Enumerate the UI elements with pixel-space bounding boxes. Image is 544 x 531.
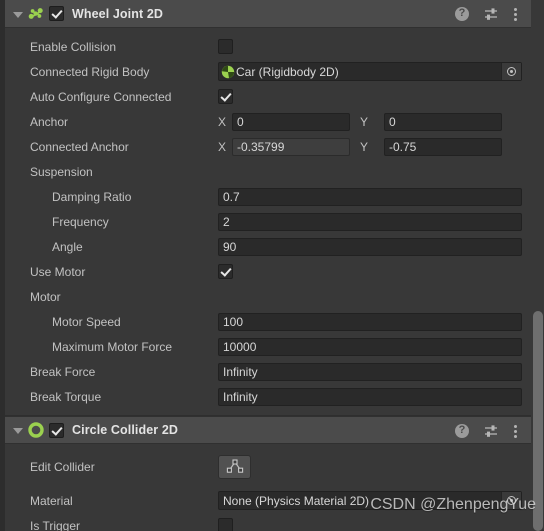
- row-anchor: Anchor X 0 Y 0: [0, 109, 544, 134]
- input-motor-speed[interactable]: 100: [218, 312, 522, 331]
- row-frequency: Frequency 2: [0, 209, 544, 234]
- panel-left-edge: [0, 0, 5, 531]
- row-motor-foldout[interactable]: Motor: [0, 284, 544, 309]
- circle-collider-2d-icon: [27, 421, 45, 439]
- input-break-torque[interactable]: Infinity: [218, 387, 522, 406]
- row-connected-rigid-body: Connected Rigid Body Car (Rigidbody 2D): [0, 59, 544, 84]
- foldout-arrow-circle-collider-2d[interactable]: [11, 423, 25, 437]
- component-header-icons-wheel-joint-2d: [455, 0, 518, 28]
- row-enable-collision: Enable Collision: [0, 34, 544, 59]
- watermark-text: CSDN @ZhenpengYue: [370, 496, 536, 513]
- inspector-scrollbar[interactable]: [531, 0, 544, 531]
- object-picker-icon-connected-rigid-body[interactable]: [501, 63, 521, 80]
- row-break-torque: Break Torque Infinity: [0, 384, 544, 409]
- edit-collider-button[interactable]: [218, 455, 251, 479]
- label-damping-ratio: Damping Ratio: [52, 189, 132, 204]
- row-is-trigger: Is Trigger: [0, 513, 544, 531]
- label-is-trigger: Is Trigger: [30, 518, 81, 531]
- label-suspension: Suspension: [30, 164, 93, 179]
- component-enabled-checkbox-wheel-joint-2d[interactable]: [49, 6, 64, 21]
- kebab-menu-icon[interactable]: [514, 6, 518, 22]
- row-break-force: Break Force Infinity: [0, 359, 544, 384]
- component-wheel-joint-2d: Wheel Joint 2D ? Enable Collision Connec…: [0, 0, 544, 415]
- preset-icon[interactable]: [484, 424, 499, 438]
- wheel-joint-2d-icon: [27, 5, 45, 23]
- component-body-circle-collider-2d: Edit Collider Material None (Physics Mat…: [0, 444, 544, 531]
- label-auto-configure-connected: Auto Configure Connected: [30, 89, 172, 104]
- component-title-wheel-joint-2d: Wheel Joint 2D: [72, 6, 163, 21]
- component-enabled-checkbox-circle-collider-2d[interactable]: [49, 422, 64, 438]
- component-header-icons-circle-collider-2d: [455, 417, 518, 445]
- label-enable-collision: Enable Collision: [30, 39, 117, 54]
- label-edit-collider: Edit Collider: [30, 460, 95, 474]
- row-damping-ratio: Damping Ratio 0.7: [0, 184, 544, 209]
- label-motor-speed: Motor Speed: [52, 314, 121, 329]
- input-connected-anchor-x[interactable]: -0.35799: [232, 137, 350, 156]
- axis-label-connected-anchor-x: X: [218, 139, 227, 154]
- row-use-motor: Use Motor: [0, 259, 544, 284]
- row-edit-collider: Edit Collider: [0, 450, 544, 484]
- checkbox-use-motor[interactable]: [218, 264, 233, 279]
- label-angle: Angle: [52, 239, 83, 254]
- input-anchor-x[interactable]: 0: [232, 112, 350, 131]
- checkbox-auto-configure-connected[interactable]: [218, 89, 233, 104]
- label-connected-rigid-body: Connected Rigid Body: [30, 64, 150, 79]
- label-connected-anchor: Connected Anchor: [30, 139, 129, 154]
- checkbox-is-trigger[interactable]: [218, 518, 233, 531]
- component-title-circle-collider-2d: Circle Collider 2D: [72, 423, 178, 437]
- input-angle[interactable]: 90: [218, 237, 522, 256]
- rigidbody-2d-icon: [221, 65, 235, 79]
- object-field-connected-rigid-body[interactable]: Car (Rigidbody 2D): [218, 62, 522, 81]
- label-break-torque: Break Torque: [30, 389, 102, 404]
- foldout-arrow-wheel-joint-2d[interactable]: [11, 7, 25, 21]
- checkbox-enable-collision[interactable]: [218, 39, 233, 54]
- label-frequency: Frequency: [52, 214, 109, 229]
- help-icon[interactable]: [455, 423, 469, 438]
- edit-collider-icon: [226, 458, 244, 477]
- component-header-circle-collider-2d[interactable]: Circle Collider 2D: [0, 416, 544, 444]
- label-break-force: Break Force: [30, 364, 96, 379]
- input-damping-ratio[interactable]: 0.7: [218, 187, 522, 206]
- axis-label-anchor-y: Y: [360, 114, 369, 129]
- component-header-wheel-joint-2d[interactable]: Wheel Joint 2D: [0, 0, 544, 28]
- label-material: Material: [30, 493, 73, 508]
- object-field-value-connected-rigid-body: Car (Rigidbody 2D): [236, 64, 339, 79]
- help-icon[interactable]: [455, 6, 469, 21]
- input-connected-anchor-y[interactable]: -0.75: [384, 137, 502, 156]
- row-angle: Angle 90: [0, 234, 544, 259]
- row-maximum-motor-force: Maximum Motor Force 10000: [0, 334, 544, 359]
- input-anchor-y[interactable]: 0: [384, 112, 502, 131]
- input-maximum-motor-force[interactable]: 10000: [218, 337, 522, 356]
- preset-icon[interactable]: [484, 7, 499, 21]
- unity-inspector-panel: Wheel Joint 2D ? Enable Collision Connec…: [0, 0, 544, 531]
- input-frequency[interactable]: 2: [218, 212, 522, 231]
- row-auto-configure-connected: Auto Configure Connected: [0, 84, 544, 109]
- row-connected-anchor: Connected Anchor X -0.35799 Y -0.75: [0, 134, 544, 159]
- axis-label-anchor-x: X: [218, 114, 227, 129]
- label-use-motor: Use Motor: [30, 264, 86, 279]
- row-suspension-foldout[interactable]: Suspension: [0, 159, 544, 184]
- axis-label-connected-anchor-y: Y: [360, 139, 369, 154]
- label-maximum-motor-force: Maximum Motor Force: [52, 339, 173, 354]
- component-body-wheel-joint-2d: Enable Collision Connected Rigid Body Ca…: [0, 28, 544, 415]
- input-break-force[interactable]: Infinity: [218, 362, 522, 381]
- label-motor: Motor: [30, 289, 61, 304]
- kebab-menu-icon[interactable]: [514, 423, 518, 439]
- row-motor-speed: Motor Speed 100: [0, 309, 544, 334]
- label-anchor: Anchor: [30, 114, 69, 129]
